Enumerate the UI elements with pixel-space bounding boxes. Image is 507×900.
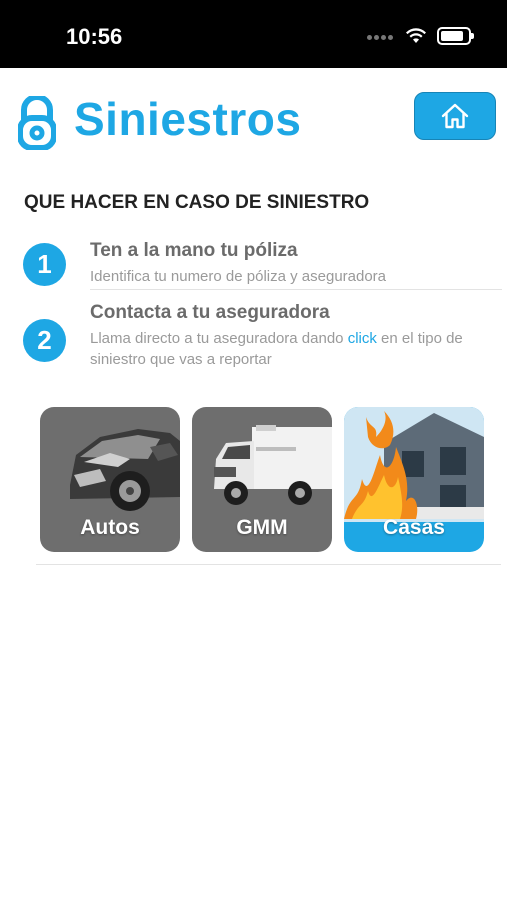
car-crash-image: [70, 429, 180, 511]
card-label: Autos: [80, 516, 140, 539]
battery-icon: [437, 27, 474, 45]
step-title: Ten a la mano tu póliza: [90, 240, 298, 261]
divider: [36, 564, 501, 565]
status-time: 10:56: [66, 24, 123, 49]
card-label: Casas: [383, 516, 445, 539]
page-title: Siniestros: [74, 93, 302, 145]
section-heading: QUE HACER EN CASO DE SINIESTRO: [24, 192, 370, 213]
step-description-text: Llama directo a tu aseguradora dando: [90, 330, 348, 347]
lock-logo-icon: [18, 96, 56, 150]
card-casas[interactable]: Casas: [344, 407, 484, 552]
status-icons: [367, 27, 474, 45]
house-fire-image: [344, 407, 484, 522]
wifi-icon: [406, 28, 426, 43]
signal-icon: [367, 27, 395, 45]
step-number: 1: [23, 243, 66, 286]
claim-type-cards: Autos GMM Casas: [40, 407, 485, 553]
divider: [90, 289, 502, 290]
step-title: Contacta a tu aseguradora: [90, 302, 330, 323]
ambulance-image: [214, 425, 332, 505]
card-autos[interactable]: Autos: [40, 407, 180, 552]
step-description: Identifica tu numero de póliza y asegura…: [90, 268, 387, 285]
card-gmm[interactable]: GMM: [192, 407, 332, 552]
card-label: GMM: [236, 516, 288, 539]
step-number: 2: [23, 319, 66, 362]
step-item: 1 Ten a la mano tu póliza Identifica tu …: [0, 240, 507, 290]
status-bar: 10:56: [0, 0, 507, 68]
step-item: 2 Contacta a tu aseguradora Llama direct…: [0, 302, 507, 372]
click-link[interactable]: click: [348, 330, 377, 347]
step-description: Llama directo a tu aseguradora dando cli…: [90, 328, 475, 370]
home-button[interactable]: [414, 92, 496, 140]
home-icon: [441, 103, 469, 129]
